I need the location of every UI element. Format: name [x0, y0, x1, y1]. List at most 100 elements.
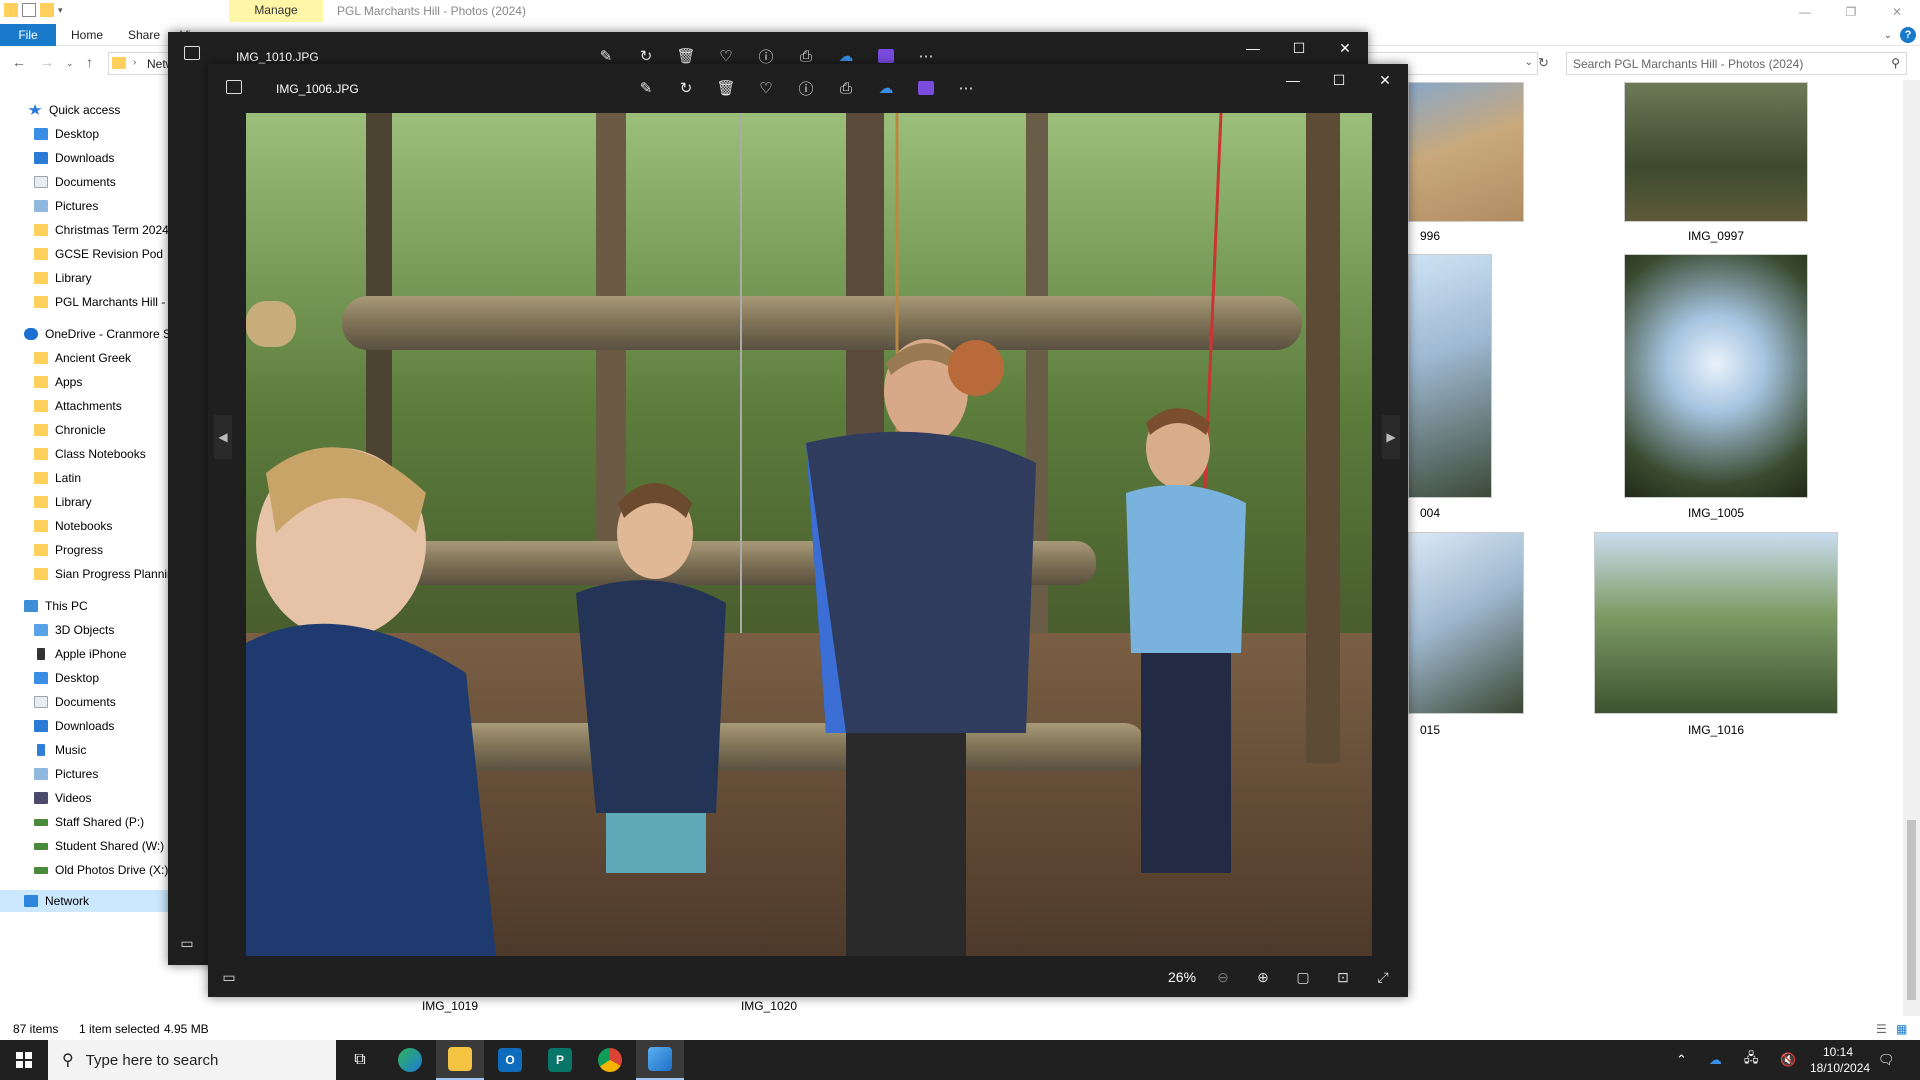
minimize-icon[interactable]: —	[1230, 32, 1276, 64]
sidebar-item-pictures-pc[interactable]: Pictures	[0, 763, 168, 785]
sidebar-item-progress[interactable]: Progress	[0, 539, 168, 561]
fullscreen-icon[interactable]: ⤢	[1372, 966, 1394, 988]
sidebar-item-pgl-marchants[interactable]: PGL Marchants Hill - P	[0, 291, 168, 313]
search-input[interactable]: Search PGL Marchants Hill - Photos (2024…	[1566, 52, 1907, 75]
delete-icon[interactable]: 🗑	[714, 76, 738, 100]
onedrive-icon[interactable]: ☁	[874, 76, 898, 100]
thumbnail-image[interactable]	[1624, 82, 1808, 222]
sidebar-item-documents-pc[interactable]: Documents	[0, 691, 168, 713]
refresh-icon[interactable]: ↻	[1538, 55, 1549, 71]
thumbnail-image[interactable]	[1624, 254, 1808, 498]
properties-icon[interactable]	[22, 3, 36, 17]
sidebar-item-music[interactable]: Music	[0, 739, 168, 761]
info-icon[interactable]: ⓘ	[794, 76, 818, 100]
sidebar-item-pictures[interactable]: Pictures	[0, 195, 168, 217]
zoom-out-icon[interactable]: ⊖	[1212, 966, 1234, 988]
file-explorer-app[interactable]	[436, 1040, 484, 1080]
outlook-app[interactable]: O	[486, 1040, 534, 1080]
expand-ribbon-icon[interactable]: ⌄	[1884, 30, 1892, 41]
maximize-icon[interactable]: ☐	[1276, 32, 1322, 64]
volume-muted-icon[interactable]: 🔇	[1780, 1052, 1796, 1068]
photo-image[interactable]	[246, 113, 1372, 956]
share-tab[interactable]: Share	[128, 28, 160, 42]
thumbnail-image[interactable]	[1408, 82, 1524, 222]
sidebar-item-chronicle[interactable]: Chronicle	[0, 419, 168, 441]
next-photo-arrow[interactable]: ▶	[1382, 415, 1400, 459]
filmstrip-icon[interactable]: ▭	[176, 932, 198, 954]
sidebar-item-desktop[interactable]: Desktop	[0, 123, 168, 145]
start-button[interactable]	[0, 1040, 48, 1080]
new-folder-icon[interactable]	[40, 3, 54, 17]
print-icon[interactable]: ⎙	[834, 76, 858, 100]
sidebar-item-christmas-term[interactable]: Christmas Term 2024	[0, 219, 168, 241]
edit-image-icon[interactable]: ✎	[634, 76, 658, 100]
thumbnail-label[interactable]: IMG_1019	[400, 999, 500, 1013]
filmstrip-icon[interactable]: ▭	[218, 966, 240, 988]
sidebar-item-staff-shared[interactable]: Staff Shared (P:)	[0, 811, 168, 833]
sidebar-item-sian-progress[interactable]: Sian Progress Planning	[0, 563, 168, 585]
address-dropdown-icon[interactable]: ⌄	[1525, 57, 1533, 68]
thumbnail-image[interactable]	[1408, 532, 1524, 714]
close-icon[interactable]: ✕	[1362, 64, 1408, 96]
action-center-button[interactable]: 🗨	[1878, 1040, 1895, 1080]
clipchamp-icon[interactable]	[914, 76, 938, 100]
sidebar-item-downloads-pc[interactable]: Downloads	[0, 715, 168, 737]
thumbnail-image[interactable]	[1594, 532, 1838, 714]
more-options-icon[interactable]: ⋯	[954, 76, 978, 100]
favorite-heart-icon[interactable]: ♡	[754, 76, 778, 100]
details-view-icon[interactable]: ☰	[1876, 1022, 1887, 1036]
edge-app[interactable]	[386, 1040, 434, 1080]
sidebar-item-apps[interactable]: Apps	[0, 371, 168, 393]
thumbnail-label[interactable]: IMG_0997	[1624, 229, 1808, 243]
thumbnail-label[interactable]: IMG_1005	[1624, 506, 1808, 520]
close-icon[interactable]: ✕	[1322, 32, 1368, 64]
sidebar-item-gcse-revision[interactable]: GCSE Revision Pod	[0, 243, 168, 265]
customize-toolbar-icon[interactable]: ▾	[58, 5, 63, 16]
sidebar-item-quick-access[interactable]: Quick access	[0, 99, 168, 121]
thumbnail-label[interactable]: 996	[1400, 229, 1460, 243]
thumbnail-label[interactable]: IMG_1020	[719, 999, 819, 1013]
up-arrow-icon[interactable]: ↑	[86, 54, 93, 70]
fit-to-window-icon[interactable]: ▢	[1292, 966, 1314, 988]
onedrive-tray-icon[interactable]: ☁	[1709, 1052, 1722, 1068]
forward-arrow-icon[interactable]: →	[40, 54, 54, 70]
show-hidden-icons-chevron-icon[interactable]: ⌃	[1676, 1052, 1687, 1068]
thumbnail-image[interactable]	[1408, 254, 1492, 498]
sidebar-item-library-2[interactable]: Library	[0, 491, 168, 513]
sidebar-item-class-notebooks[interactable]: Class Notebooks	[0, 443, 168, 465]
close-icon[interactable]: ✕	[1874, 0, 1920, 24]
task-view-button[interactable]: ⧉	[336, 1040, 384, 1080]
actual-size-icon[interactable]: ⊡	[1332, 966, 1354, 988]
sidebar-item-downloads[interactable]: Downloads	[0, 147, 168, 169]
scrollbar-thumb[interactable]	[1907, 820, 1916, 1000]
sidebar-item-network[interactable]: Network	[0, 890, 168, 912]
sidebar-item-videos[interactable]: Videos	[0, 787, 168, 809]
maximize-icon[interactable]: ☐	[1316, 64, 1362, 96]
sidebar-item-this-pc[interactable]: This PC	[0, 595, 168, 617]
minimize-icon[interactable]: —	[1782, 0, 1828, 24]
restore-icon[interactable]: ❐	[1828, 0, 1874, 24]
sidebar-item-library[interactable]: Library	[0, 267, 168, 289]
minimize-icon[interactable]: —	[1270, 64, 1316, 96]
sidebar-item-desktop-pc[interactable]: Desktop	[0, 667, 168, 689]
sidebar-item-onedrive[interactable]: OneDrive - Cranmore S	[0, 323, 168, 345]
manage-tab[interactable]: Manage	[229, 0, 323, 22]
sidebar-item-notebooks[interactable]: Notebooks	[0, 515, 168, 537]
chrome-app[interactable]	[586, 1040, 634, 1080]
large-icons-view-icon[interactable]: ▦	[1896, 1022, 1907, 1036]
sidebar-item-ancient-greek[interactable]: Ancient Greek	[0, 347, 168, 369]
clock[interactable]: 10:14 18/10/2024	[1810, 1044, 1870, 1076]
thumbnail-label[interactable]: IMG_1016	[1594, 723, 1838, 737]
photos-app[interactable]	[636, 1040, 684, 1080]
previous-photo-arrow[interactable]: ◀	[214, 415, 232, 459]
thumbnail-label[interactable]: 015	[1400, 723, 1460, 737]
back-arrow-icon[interactable]: ←	[12, 54, 26, 70]
rotate-icon[interactable]: ↻	[674, 76, 698, 100]
network-tray-icon[interactable]: 🖧	[1744, 1049, 1759, 1071]
sidebar-item-attachments[interactable]: Attachments	[0, 395, 168, 417]
sidebar-item-old-photos[interactable]: Old Photos Drive (X:)	[0, 859, 168, 881]
folder-icon[interactable]	[4, 3, 18, 17]
thumbnail-label[interactable]: 004	[1400, 506, 1460, 520]
taskbar-search-input[interactable]: ⚲ Type here to search	[48, 1040, 336, 1080]
sidebar-item-latin[interactable]: Latin	[0, 467, 168, 489]
